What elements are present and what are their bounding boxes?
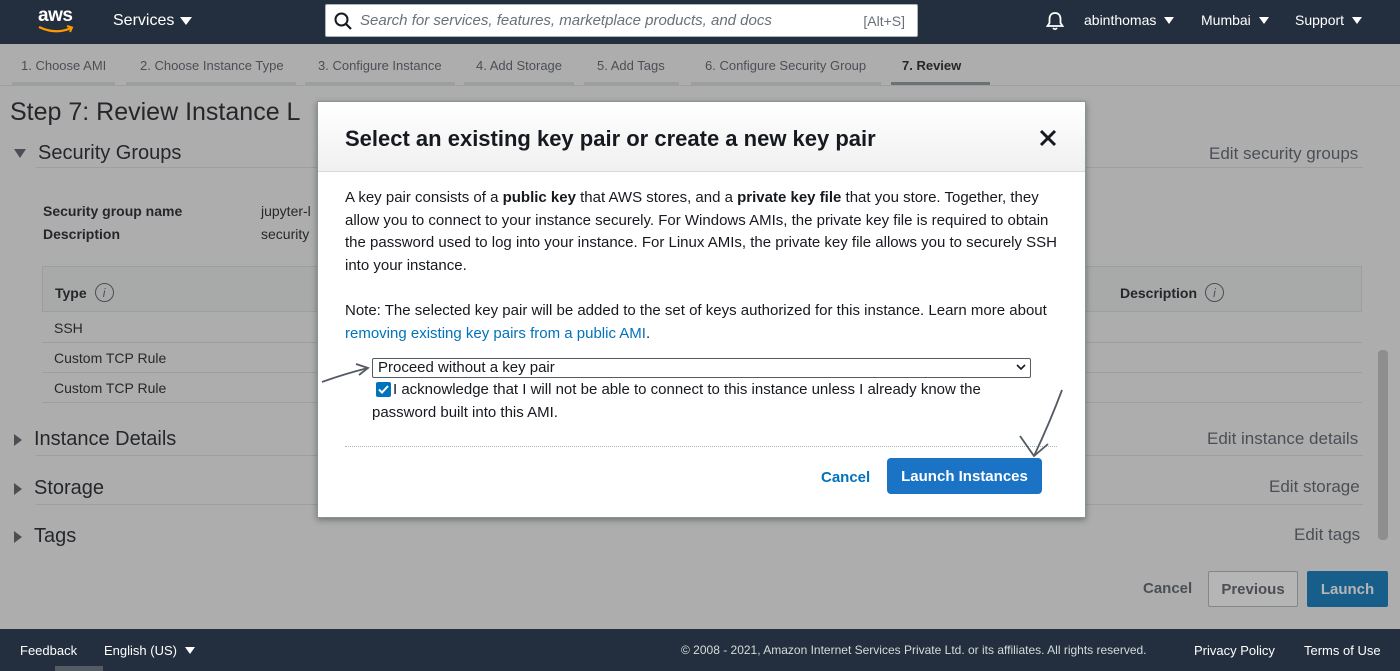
annotation-arrow-icon [1019, 389, 1063, 458]
region-name: Mumbai [1201, 12, 1251, 28]
support-menu[interactable]: Support [1295, 12, 1363, 28]
services-label: Services [113, 12, 175, 29]
key-pair-dialog: Select an existing key pair or create a … [317, 101, 1086, 518]
aws-logo-text: aws [38, 5, 73, 26]
page-footer: Feedback English (US) © 2008 - 2021, Ama… [0, 629, 1400, 671]
close-icon[interactable] [1038, 128, 1058, 148]
acknowledge-label: I acknowledge that I will not be able to… [372, 381, 981, 421]
search-shortcut-hint: [Alt+S] [863, 13, 905, 29]
caret-down-icon [1258, 16, 1269, 24]
text-fragment: A key pair consists of a [345, 189, 503, 206]
bell-icon[interactable] [1045, 11, 1065, 36]
privacy-policy-link[interactable]: Privacy Policy [1194, 643, 1275, 658]
text-bold-public-key: public key [502, 189, 576, 206]
services-menu[interactable]: Services [113, 12, 193, 30]
annotation-arrow-icon [321, 363, 370, 383]
key-pair-explanation: A key pair consists of a public key that… [345, 187, 1065, 277]
removing-key-pairs-link[interactable]: removing existing key pairs from a publi… [345, 325, 646, 342]
caret-down-icon [184, 647, 195, 654]
terms-of-use-link[interactable]: Terms of Use [1304, 643, 1381, 658]
dialog-divider [345, 446, 1057, 447]
caret-down-icon [180, 17, 193, 25]
search-bar[interactable]: [Alt+S] [325, 4, 918, 37]
text-fragment: Note: The selected key pair will be adde… [345, 302, 1047, 319]
top-navigation: aws Services [Alt+S] abinthomas Mumbai S… [0, 0, 1400, 44]
search-input[interactable] [360, 12, 840, 29]
dialog-cancel-button[interactable]: Cancel [821, 469, 870, 486]
feedback-link[interactable]: Feedback [20, 643, 77, 658]
select-value: Proceed without a key pair [378, 359, 555, 376]
key-pair-note: Note: The selected key pair will be adde… [345, 300, 1060, 345]
user-menu[interactable]: abinthomas [1084, 12, 1175, 28]
caret-down-icon [1164, 16, 1175, 24]
key-pair-select[interactable]: Proceed without a key pair [372, 358, 1031, 378]
dialog-title: Select an existing key pair or create a … [345, 126, 876, 151]
text-bold-private-key-file: private key file [737, 189, 842, 206]
text-fragment: . [645, 324, 651, 342]
region-menu[interactable]: Mumbai [1201, 12, 1269, 28]
language-label: English (US) [104, 643, 177, 658]
dialog-header: Select an existing key pair or create a … [318, 102, 1085, 172]
search-icon [326, 12, 360, 30]
aws-smile-icon [38, 25, 74, 33]
copyright-text: © 2008 - 2021, Amazon Internet Services … [681, 643, 1147, 657]
user-name: abinthomas [1084, 12, 1157, 28]
aws-logo[interactable]: aws [38, 6, 78, 38]
text-fragment: that AWS stores, and a [575, 189, 738, 206]
support-label: Support [1295, 12, 1345, 28]
language-selector[interactable]: English (US) [104, 643, 195, 658]
chevron-down-icon [1016, 364, 1026, 371]
footer-tab [55, 666, 103, 671]
caret-down-icon [1352, 16, 1363, 24]
